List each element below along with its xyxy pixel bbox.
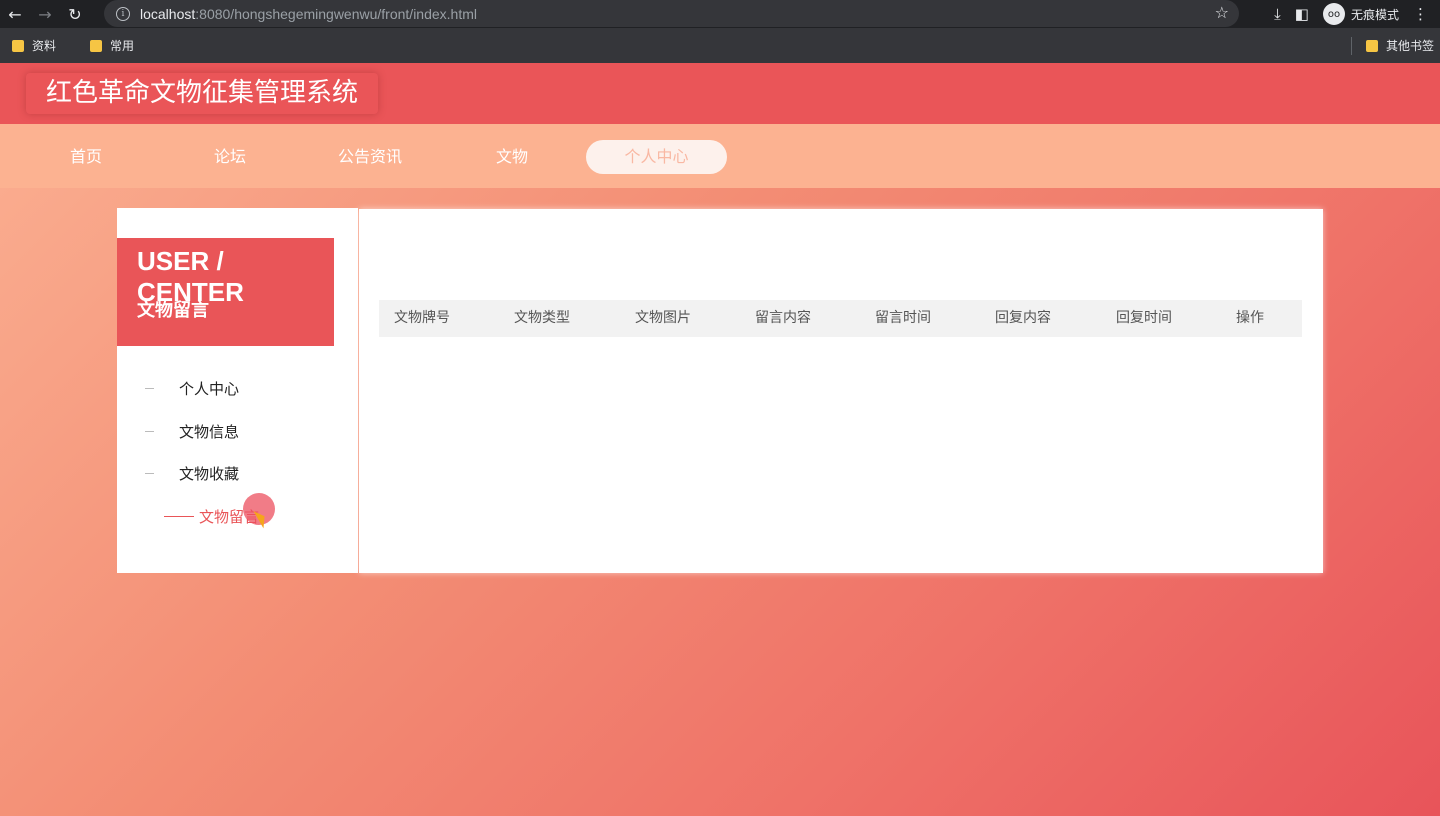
- bookmark-folder-0[interactable]: 资料: [12, 37, 56, 54]
- browser-toolbar: ← → ↻ i localhost:8080/hongshegemingwenw…: [0, 0, 1440, 28]
- sidebar-item-label: 文物信息: [179, 422, 240, 441]
- incognito-label: 无痕模式: [1350, 7, 1399, 22]
- sidebar-item-label: 文物收藏: [179, 464, 240, 483]
- sidebar-item-favorites[interactable]: 文物收藏: [145, 462, 239, 484]
- bookmark-label: 资料: [32, 39, 57, 53]
- forward-icon[interactable]: →: [30, 0, 60, 28]
- dash-icon: [145, 472, 154, 474]
- folder-icon: [12, 39, 24, 52]
- top-nav: 首页 论坛 公告资讯 文物 个人中心: [0, 124, 1440, 188]
- th-actions: 操作: [1236, 310, 1264, 326]
- bookmark-folder-1[interactable]: 常用: [90, 37, 134, 54]
- bookmark-star-icon[interactable]: ☆: [1215, 3, 1229, 22]
- other-bookmarks-label: 其他书签: [1385, 39, 1434, 53]
- th-reply-content: 回复内容: [995, 310, 1051, 326]
- sidebar-item-label: 个人中心: [179, 379, 240, 398]
- dash-icon: [164, 515, 194, 517]
- back-icon[interactable]: ←: [0, 0, 30, 28]
- menu-kebab-icon[interactable]: ⋮: [1413, 5, 1428, 23]
- folder-icon: [90, 39, 103, 52]
- message-table-panel: 文物牌号 文物类型 文物图片 留言内容 留言时间 回复内容 回复时间 操作: [359, 209, 1323, 573]
- download-icon[interactable]: ⤓: [1274, 5, 1281, 23]
- incognito-icon: oo: [1322, 3, 1345, 25]
- folder-icon: [1365, 39, 1378, 52]
- th-relic-number: 文物牌号: [394, 310, 450, 326]
- url-host: localhost: [140, 5, 196, 22]
- bookmark-label: 常用: [110, 39, 135, 53]
- sidebar-item-user-center[interactable]: 个人中心: [145, 377, 239, 399]
- nav-user-center[interactable]: 个人中心: [586, 140, 727, 174]
- th-message-time: 留言时间: [875, 310, 931, 326]
- side-panel-icon[interactable]: ◧: [1295, 5, 1309, 23]
- nav-home[interactable]: 首页: [70, 140, 102, 174]
- table-header: 文物牌号 文物类型 文物图片 留言内容 留言时间 回复内容 回复时间 操作: [379, 300, 1302, 337]
- url-path: :8080/hongshegemingwenwu/front/index.htm…: [195, 5, 478, 22]
- sidebar: USER / CENTER 文物留言 个人中心 文物信息 文物收藏 文物留言: [117, 208, 358, 573]
- other-bookmarks[interactable]: 其他书签: [1365, 37, 1434, 54]
- th-relic-type: 文物类型: [514, 310, 570, 326]
- site-title: 红色革命文物征集管理系统: [26, 73, 379, 114]
- nav-relics[interactable]: 文物: [496, 140, 528, 174]
- dash-icon: [145, 387, 154, 389]
- reload-icon[interactable]: ↻: [60, 0, 90, 28]
- bookmarks-bar: 资料 常用 其他书签: [0, 28, 1440, 63]
- sidebar-subtitle: 文物留言: [137, 300, 209, 321]
- site-info-icon[interactable]: i: [116, 6, 130, 21]
- th-relic-image: 文物图片: [635, 310, 691, 326]
- site-header: 红色革命文物征集管理系统: [0, 63, 1440, 124]
- th-reply-time: 回复时间: [1116, 310, 1172, 326]
- user-center-banner: USER / CENTER 文物留言: [117, 238, 334, 346]
- bookmark-separator: [1351, 37, 1352, 55]
- page-content: 红色革命文物征集管理系统 首页 论坛 公告资讯 文物 个人中心 USER / C…: [0, 63, 1440, 816]
- nav-forum[interactable]: 论坛: [214, 140, 246, 174]
- th-message-content: 留言内容: [755, 310, 811, 326]
- nav-news[interactable]: 公告资讯: [338, 140, 402, 174]
- address-bar[interactable]: i localhost:8080/hongshegemingwenwu/fron…: [104, 0, 1239, 27]
- sidebar-item-relic-info[interactable]: 文物信息: [145, 420, 239, 442]
- incognito-indicator[interactable]: oo 无痕模式: [1322, 3, 1399, 25]
- dash-icon: [145, 430, 154, 432]
